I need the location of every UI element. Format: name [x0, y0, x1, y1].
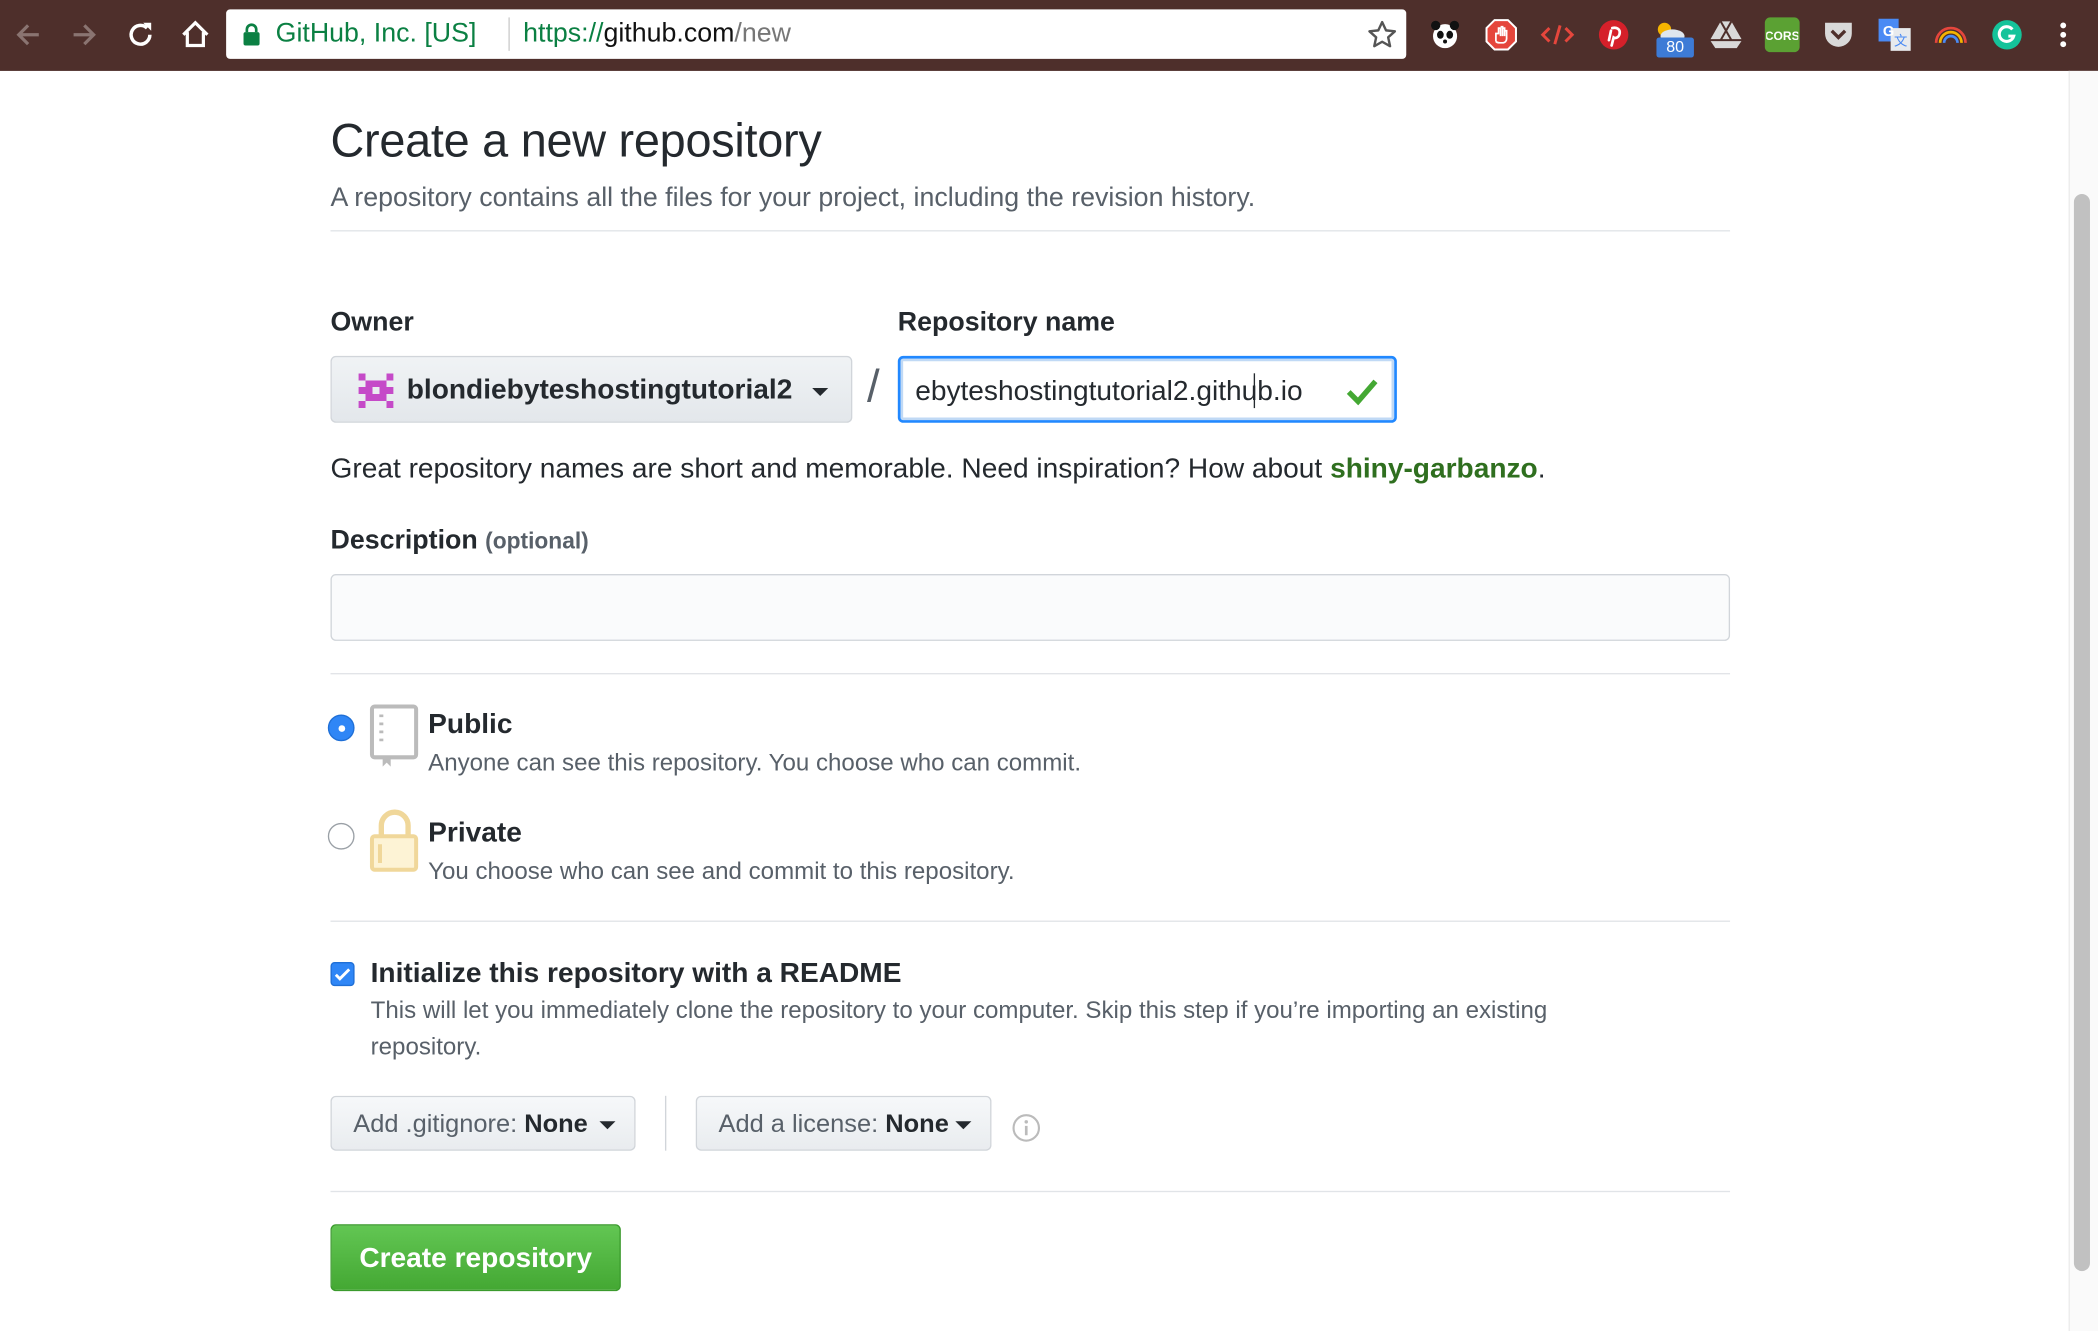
license-select-button[interactable]: Add a license: None	[695, 1095, 992, 1151]
public-title: Public	[428, 709, 513, 740]
text-cursor	[1253, 373, 1256, 409]
section-divider	[330, 920, 1731, 922]
cors-icon[interactable]: CORS	[1764, 17, 1800, 53]
adblock-icon[interactable]	[1484, 17, 1519, 52]
description-input[interactable]	[330, 574, 1731, 641]
repo-book-icon	[369, 704, 420, 775]
checkmark-icon	[1346, 376, 1378, 412]
header-divider	[330, 230, 1731, 232]
description-label: Description (optional)	[330, 526, 588, 557]
readme-description-line2: repository.	[370, 1032, 482, 1060]
gitignore-select-button[interactable]: Add .gitignore: None	[330, 1095, 636, 1151]
license-value: None	[885, 1110, 949, 1139]
hint-end: .	[1537, 453, 1546, 485]
create-repository-label: Create repository	[359, 1243, 593, 1274]
owner-identicon-icon	[358, 373, 394, 409]
info-icon[interactable]	[1012, 1113, 1041, 1149]
chevron-down-icon	[812, 388, 829, 397]
checkbox-check-icon	[334, 968, 351, 981]
license-label: Add a license:	[718, 1110, 879, 1139]
pinterest-icon[interactable]	[1596, 17, 1631, 52]
repository-name-value: ebyteshostingtutorial2.github.io	[915, 375, 1303, 407]
gitignore-value: None	[524, 1110, 588, 1139]
section-divider	[330, 673, 1731, 675]
svg-text:文: 文	[1894, 33, 1907, 48]
repository-name-input[interactable]: ebyteshostingtutorial2.github.io	[897, 355, 1397, 423]
pocket-icon[interactable]	[1821, 17, 1856, 52]
public-description: Anyone can see this repository. You choo…	[428, 749, 1082, 777]
repository-name-hint: Great repository names are short and mem…	[330, 454, 1545, 486]
home-icon[interactable]	[178, 17, 213, 52]
reload-icon[interactable]	[123, 17, 158, 52]
repository-name-label: Repository name	[897, 307, 1115, 338]
url-path: /new	[734, 18, 791, 49]
readme-title: Initialize this repository with a README	[370, 958, 902, 989]
url-host: github.com	[603, 18, 735, 49]
forward-arrow-icon[interactable]	[67, 17, 102, 52]
select-divider	[664, 1095, 667, 1151]
optional-tag: (optional)	[485, 528, 589, 554]
panda-icon[interactable]	[1428, 17, 1463, 52]
name-suggestion-link[interactable]: shiny-garbanzo	[1330, 454, 1538, 485]
drive-icon[interactable]	[1709, 17, 1744, 52]
lock-icon	[242, 23, 261, 52]
google-translate-icon[interactable]: G文	[1877, 17, 1912, 52]
code-brackets-icon[interactable]	[1540, 17, 1575, 52]
ev-certificate-label[interactable]: GitHub, Inc. [US]	[276, 19, 477, 50]
lock-icon	[369, 809, 420, 880]
owner-select-button[interactable]: blondiebyteshostingtutorial2	[330, 355, 853, 423]
page-subtitle: A repository contains all the files for …	[330, 183, 1256, 213]
weather-temperature-badge: 80	[1656, 37, 1694, 58]
svg-text:CORS: CORS	[1766, 29, 1798, 43]
owner-label: Owner	[330, 307, 414, 338]
owner-name: blondiebyteshostingtutorial2	[406, 374, 793, 406]
gitignore-label: Add .gitignore:	[353, 1110, 518, 1139]
back-arrow-icon[interactable]	[11, 17, 46, 52]
bookmark-star-icon[interactable]	[1366, 19, 1398, 58]
url-scheme: https://	[523, 18, 604, 49]
license-select-text: Add a license: None	[719, 1111, 949, 1140]
section-divider	[330, 1190, 1731, 1193]
url-text[interactable]: https://github.com/new	[523, 19, 791, 50]
browser-toolbar: GitHub, Inc. [US] https://github.com/new…	[0, 0, 2098, 71]
hint-text: Great repository names are short and mem…	[330, 453, 1331, 485]
private-title: Private	[428, 817, 522, 849]
private-description: You choose who can see and commit to thi…	[428, 857, 1015, 885]
readme-checkbox[interactable]	[330, 962, 355, 987]
page-scrollbar-thumb[interactable]	[2073, 194, 2090, 1272]
private-radio[interactable]	[327, 822, 355, 850]
omnibox-divider	[508, 17, 510, 51]
create-repository-button[interactable]: Create repository	[330, 1224, 621, 1292]
rainbow-icon[interactable]	[1933, 17, 1968, 52]
address-bar[interactable]: GitHub, Inc. [US] https://github.com/new	[226, 9, 1407, 59]
grammarly-icon[interactable]	[1990, 17, 2025, 52]
public-radio[interactable]	[327, 714, 355, 742]
browser-menu-icon[interactable]	[2046, 17, 2081, 52]
gitignore-select-text: Add .gitignore: None	[353, 1111, 588, 1140]
description-label-text: Description	[330, 525, 478, 556]
readme-description-line1: This will let you immediately clone the …	[370, 996, 1548, 1024]
owner-repo-separator: /	[867, 361, 880, 413]
page-title: Create a new repository	[330, 115, 822, 168]
chevron-down-icon	[599, 1121, 616, 1130]
chevron-down-icon	[955, 1121, 972, 1130]
svg-text:G: G	[1883, 24, 1894, 40]
